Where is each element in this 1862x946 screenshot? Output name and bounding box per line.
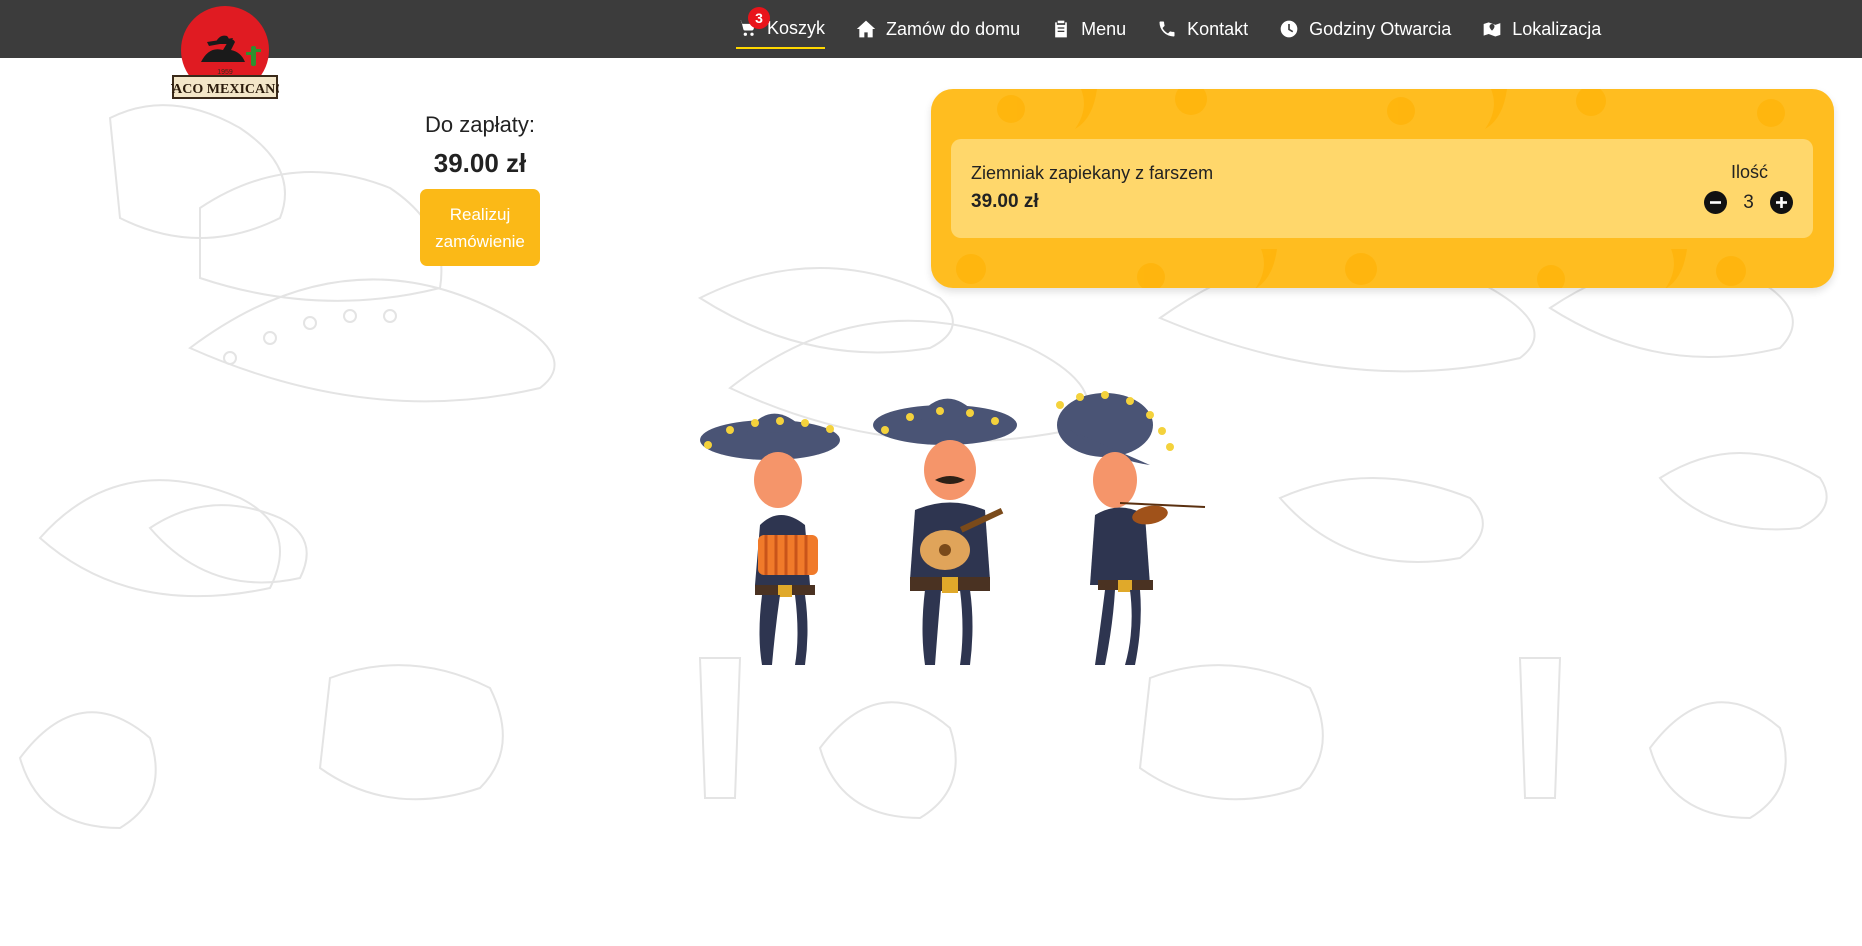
order-summary: Do zapłaty: 39.00 zł Realizuj zamówienie xyxy=(420,112,540,266)
nav-item-label: Menu xyxy=(1081,18,1127,39)
logo-wordmark: TACO MEXICANO xyxy=(171,82,279,97)
taco-mexicano-logo[interactable]: 1959 TACO MEXICANO xyxy=(164,4,286,112)
nav-item-home-delivery[interactable]: Zamów do domu xyxy=(855,9,1020,49)
amount-due-value: 39.00 zł xyxy=(433,148,527,178)
nav-item-opening-hours[interactable]: Godziny Otwarcia xyxy=(1278,9,1451,49)
quantity-value: 3 xyxy=(1743,191,1754,213)
clock-icon xyxy=(1278,18,1300,40)
nav-item-location[interactable]: Lokalizacja xyxy=(1481,9,1601,49)
cart-count-badge: 3 xyxy=(748,7,770,29)
quantity-label: Ilość xyxy=(1730,162,1768,182)
nav-item-menu[interactable]: Menu xyxy=(1050,9,1126,49)
nav-item-label: Koszyk xyxy=(767,17,826,38)
place-order-button[interactable]: Realizuj zamówienie xyxy=(420,189,540,266)
logo-graphic: 1959 TACO MEXICANO xyxy=(164,6,286,99)
quantity-stepper: 3 xyxy=(1704,191,1793,214)
accordion-player xyxy=(700,413,840,665)
violin-player xyxy=(1056,391,1206,665)
top-navbar: 3 Koszyk Zamów do domu Menu Kontakt Godz… xyxy=(0,0,1862,58)
minus-circle-icon xyxy=(1710,201,1721,204)
nav-item-label: Godziny Otwarcia xyxy=(1309,18,1452,39)
nav-item-label: Lokalizacja xyxy=(1512,18,1602,39)
decrease-quantity-button[interactable] xyxy=(1704,191,1727,214)
nav-item-cart[interactable]: 3 Koszyk xyxy=(736,7,826,49)
cart-icon: 3 xyxy=(736,7,770,39)
cart-panel: Ziemniak zapiekany z farszem 39.00 zł Il… xyxy=(931,89,1834,288)
nav-item-label: Zamów do domu xyxy=(886,18,1021,39)
cart-item: Ziemniak zapiekany z farszem 39.00 zł Il… xyxy=(951,139,1813,238)
cart-item-price: 39.00 zł xyxy=(971,191,1039,212)
plus-circle-icon xyxy=(1776,197,1787,208)
guitar-player xyxy=(873,398,1017,665)
mariachi-band-illustration xyxy=(700,391,1206,665)
nav-menu: 3 Koszyk Zamów do domu Menu Kontakt Godz… xyxy=(736,0,1631,58)
amount-due-label: Do zapłaty: xyxy=(424,112,536,137)
phone-icon xyxy=(1156,18,1178,40)
map-marker-icon xyxy=(1481,18,1503,40)
home-icon xyxy=(855,18,877,40)
nav-item-label: Kontakt xyxy=(1187,18,1249,39)
logo-year: 1959 xyxy=(217,69,233,76)
increase-quantity-button[interactable] xyxy=(1770,191,1793,214)
clipboard-icon xyxy=(1050,18,1072,40)
cart-item-name: Ziemniak zapiekany z farszem xyxy=(971,163,1214,183)
nav-item-contact[interactable]: Kontakt xyxy=(1156,9,1248,49)
